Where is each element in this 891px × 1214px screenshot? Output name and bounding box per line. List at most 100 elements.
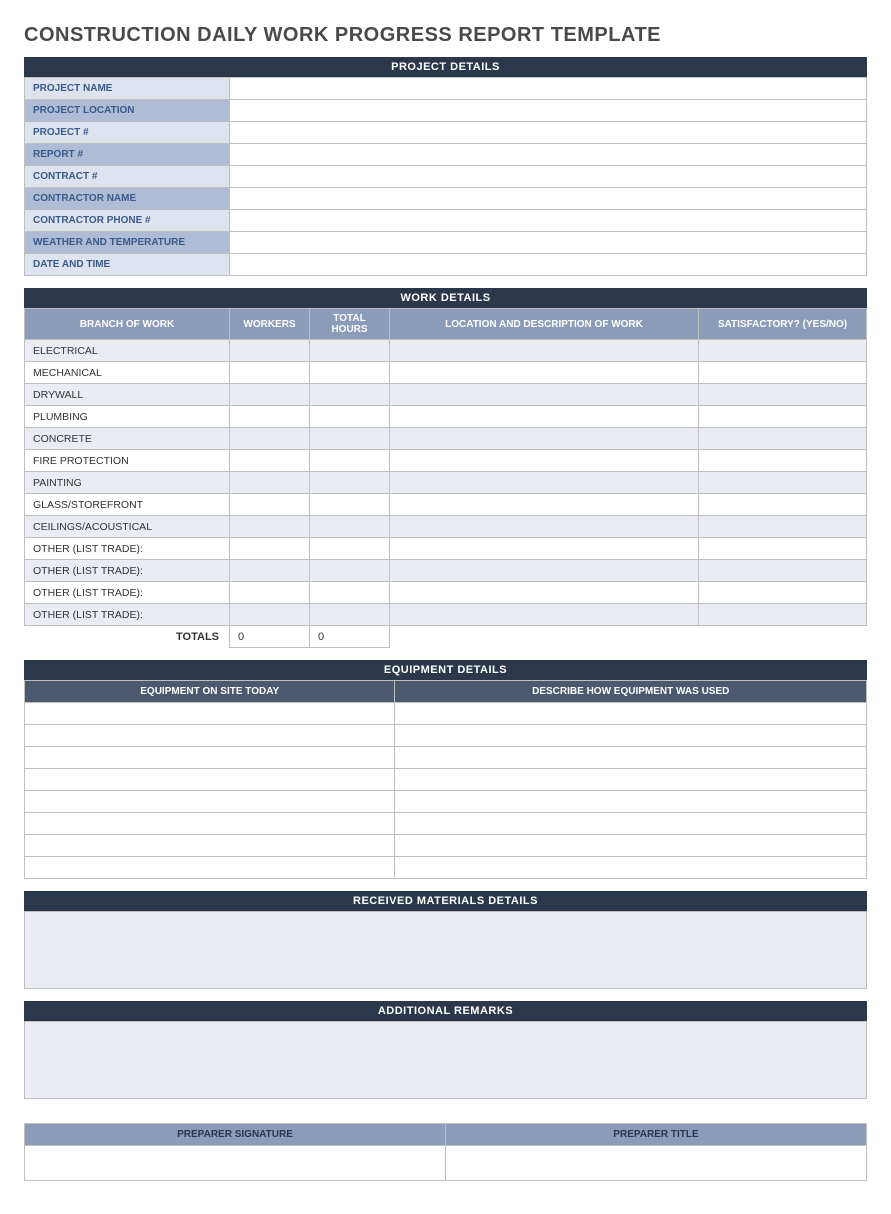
work-row-branch: CONCRETE bbox=[25, 428, 230, 450]
project-detail-label: PROJECT # bbox=[25, 122, 230, 144]
work-row-branch: PAINTING bbox=[25, 472, 230, 494]
work-row-hours[interactable] bbox=[310, 384, 390, 406]
work-row-hours[interactable] bbox=[310, 406, 390, 428]
equipment-row-onsite[interactable] bbox=[25, 857, 395, 879]
work-row-hours[interactable] bbox=[310, 362, 390, 384]
equipment-row-onsite[interactable] bbox=[25, 725, 395, 747]
equipment-row-used[interactable] bbox=[395, 725, 867, 747]
work-row-workers[interactable] bbox=[230, 516, 310, 538]
project-detail-value[interactable] bbox=[230, 188, 867, 210]
project-detail-label: WEATHER AND TEMPERATURE bbox=[25, 232, 230, 254]
equipment-row-used[interactable] bbox=[395, 857, 867, 879]
totals-hours[interactable]: 0 bbox=[310, 626, 390, 648]
work-row-location[interactable] bbox=[390, 472, 699, 494]
work-row-workers[interactable] bbox=[230, 538, 310, 560]
equipment-row-used[interactable] bbox=[395, 703, 867, 725]
equipment-row-onsite[interactable] bbox=[25, 769, 395, 791]
work-row-hours[interactable] bbox=[310, 472, 390, 494]
work-row-workers[interactable] bbox=[230, 384, 310, 406]
equipment-row-used[interactable] bbox=[395, 835, 867, 857]
work-row-satisfactory[interactable] bbox=[699, 384, 867, 406]
work-row-workers[interactable] bbox=[230, 406, 310, 428]
work-row-workers[interactable] bbox=[230, 560, 310, 582]
work-row-hours[interactable] bbox=[310, 604, 390, 626]
work-details-header: WORK DETAILS bbox=[24, 288, 867, 308]
work-row-hours[interactable] bbox=[310, 538, 390, 560]
page-title: CONSTRUCTION DAILY WORK PROGRESS REPORT … bbox=[24, 24, 867, 47]
equipment-row-onsite[interactable] bbox=[25, 747, 395, 769]
project-detail-value[interactable] bbox=[230, 166, 867, 188]
work-row-location[interactable] bbox=[390, 450, 699, 472]
work-row-hours[interactable] bbox=[310, 494, 390, 516]
work-row-hours[interactable] bbox=[310, 582, 390, 604]
additional-remarks-box[interactable] bbox=[24, 1021, 867, 1099]
work-row-location[interactable] bbox=[390, 516, 699, 538]
work-row-workers[interactable] bbox=[230, 428, 310, 450]
work-row-satisfactory[interactable] bbox=[699, 472, 867, 494]
work-row-hours[interactable] bbox=[310, 560, 390, 582]
project-details-header: PROJECT DETAILS bbox=[24, 57, 867, 77]
col-preparer-signature: PREPARER SIGNATURE bbox=[25, 1124, 446, 1146]
work-row-location[interactable] bbox=[390, 604, 699, 626]
work-row-satisfactory[interactable] bbox=[699, 582, 867, 604]
work-row-location[interactable] bbox=[390, 362, 699, 384]
project-detail-label: REPORT # bbox=[25, 144, 230, 166]
work-row-hours[interactable] bbox=[310, 450, 390, 472]
project-detail-value[interactable] bbox=[230, 210, 867, 232]
work-row-satisfactory[interactable] bbox=[699, 516, 867, 538]
totals-workers[interactable]: 0 bbox=[230, 626, 310, 648]
project-detail-value[interactable] bbox=[230, 78, 867, 100]
preparer-signature-field[interactable] bbox=[25, 1146, 446, 1181]
work-row-satisfactory[interactable] bbox=[699, 538, 867, 560]
work-row-location[interactable] bbox=[390, 340, 699, 362]
project-detail-value[interactable] bbox=[230, 254, 867, 276]
work-row-location[interactable] bbox=[390, 494, 699, 516]
work-row-workers[interactable] bbox=[230, 494, 310, 516]
work-row-satisfactory[interactable] bbox=[699, 560, 867, 582]
preparer-title-field[interactable] bbox=[446, 1146, 867, 1181]
additional-remarks-header: ADDITIONAL REMARKS bbox=[24, 1001, 867, 1021]
work-row-workers[interactable] bbox=[230, 362, 310, 384]
work-row-location[interactable] bbox=[390, 582, 699, 604]
equipment-row-onsite[interactable] bbox=[25, 813, 395, 835]
work-row-satisfactory[interactable] bbox=[699, 406, 867, 428]
project-detail-value[interactable] bbox=[230, 144, 867, 166]
work-row-satisfactory[interactable] bbox=[699, 494, 867, 516]
work-row-workers[interactable] bbox=[230, 604, 310, 626]
equipment-row-used[interactable] bbox=[395, 747, 867, 769]
work-row-branch: OTHER (LIST TRADE): bbox=[25, 604, 230, 626]
work-row-workers[interactable] bbox=[230, 450, 310, 472]
work-row-satisfactory[interactable] bbox=[699, 450, 867, 472]
work-row-hours[interactable] bbox=[310, 340, 390, 362]
work-row-workers[interactable] bbox=[230, 340, 310, 362]
work-row-location[interactable] bbox=[390, 560, 699, 582]
work-row-location[interactable] bbox=[390, 538, 699, 560]
received-materials-box[interactable] bbox=[24, 911, 867, 989]
project-detail-value[interactable] bbox=[230, 100, 867, 122]
work-row-satisfactory[interactable] bbox=[699, 340, 867, 362]
work-row-workers[interactable] bbox=[230, 582, 310, 604]
work-row-hours[interactable] bbox=[310, 516, 390, 538]
work-row-satisfactory[interactable] bbox=[699, 604, 867, 626]
equipment-row-used[interactable] bbox=[395, 791, 867, 813]
work-row-satisfactory[interactable] bbox=[699, 362, 867, 384]
equipment-row-used[interactable] bbox=[395, 769, 867, 791]
work-row-location[interactable] bbox=[390, 384, 699, 406]
work-row-location[interactable] bbox=[390, 406, 699, 428]
project-detail-label: CONTRACTOR NAME bbox=[25, 188, 230, 210]
work-row-branch: OTHER (LIST TRADE): bbox=[25, 538, 230, 560]
work-row-satisfactory[interactable] bbox=[699, 428, 867, 450]
equipment-row-onsite[interactable] bbox=[25, 791, 395, 813]
signature-table: PREPARER SIGNATURE PREPARER TITLE bbox=[24, 1123, 867, 1181]
work-row-workers[interactable] bbox=[230, 472, 310, 494]
work-row-location[interactable] bbox=[390, 428, 699, 450]
work-row-hours[interactable] bbox=[310, 428, 390, 450]
equipment-details-header: EQUIPMENT DETAILS bbox=[24, 660, 867, 680]
equipment-row-used[interactable] bbox=[395, 813, 867, 835]
equipment-row-onsite[interactable] bbox=[25, 703, 395, 725]
project-detail-value[interactable] bbox=[230, 122, 867, 144]
work-row-branch: GLASS/STOREFRONT bbox=[25, 494, 230, 516]
project-detail-value[interactable] bbox=[230, 232, 867, 254]
equipment-row-onsite[interactable] bbox=[25, 835, 395, 857]
equipment-details-table: EQUIPMENT ON SITE TODAY DESCRIBE HOW EQU… bbox=[24, 680, 867, 879]
